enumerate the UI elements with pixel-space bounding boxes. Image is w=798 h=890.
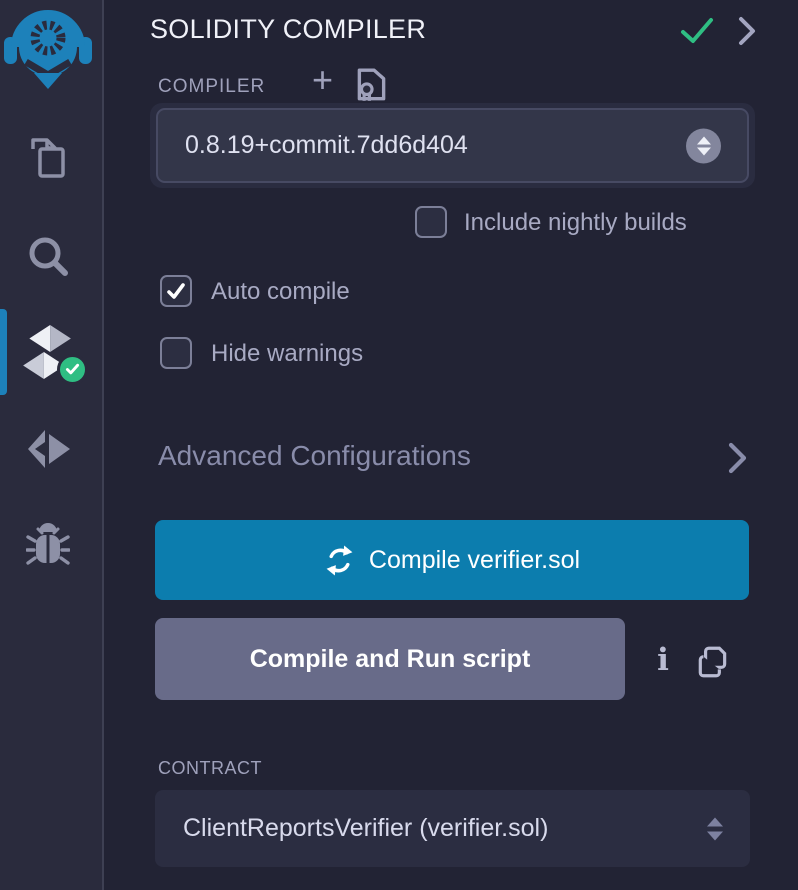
- arrow-up-icon: [697, 136, 711, 144]
- hide-warnings-checkbox[interactable]: [160, 337, 192, 369]
- compiler-section-label: COMPILER: [158, 76, 265, 98]
- advanced-configurations-toggle[interactable]: Advanced Configurations: [158, 440, 471, 472]
- hide-warnings-label[interactable]: Hide warnings: [211, 340, 363, 368]
- sidebar-item-debugger[interactable]: [25, 522, 71, 570]
- active-plugin-indicator: [0, 309, 7, 395]
- contract-selected-value: ClientReportsVerifier (verifier.sol): [183, 814, 548, 843]
- compile-and-run-label: Compile and Run script: [250, 645, 531, 673]
- remix-logo-icon: [3, 1, 93, 89]
- remix-solidity-compiler-panel: SOLIDITY COMPILER COMPILER + 0.8.19+comm…: [0, 0, 798, 890]
- icon-rail: [0, 0, 104, 890]
- auto-compile-checkbox[interactable]: [160, 275, 192, 307]
- sidebar-item-search[interactable]: [24, 232, 72, 280]
- search-icon: [25, 233, 71, 279]
- nightly-builds-label[interactable]: Include nightly builds: [464, 209, 687, 237]
- deploy-run-icon: [24, 425, 72, 473]
- add-custom-compiler-icon[interactable]: +: [312, 62, 333, 98]
- panel-collapse-chevron-icon[interactable]: [737, 15, 757, 52]
- arrow-down-icon: [697, 147, 711, 155]
- select-sort-icon[interactable]: [686, 128, 721, 163]
- compiler-version-select[interactable]: 0.8.19+commit.7dd6d404: [156, 108, 749, 183]
- sidebar-item-file-explorer[interactable]: [24, 134, 72, 182]
- contract-section-label: CONTRACT: [158, 758, 262, 779]
- refresh-icon: [324, 545, 355, 576]
- compiler-version-value: 0.8.19+commit.7dd6d404: [185, 131, 468, 160]
- arrow-down-icon: [707, 831, 723, 840]
- copy-icon[interactable]: [696, 644, 730, 685]
- select-arrows-icon: [707, 817, 723, 840]
- check-icon: [64, 361, 81, 378]
- page-title: SOLIDITY COMPILER: [150, 14, 426, 45]
- auto-compile-label[interactable]: Auto compile: [211, 278, 350, 306]
- sidebar-item-deploy-and-run[interactable]: [23, 424, 73, 474]
- contract-select[interactable]: ClientReportsVerifier (verifier.sol): [155, 790, 750, 867]
- advanced-chevron-icon[interactable]: [727, 441, 749, 480]
- info-icon[interactable]: i: [650, 640, 676, 680]
- compile-status-check-icon: [680, 16, 714, 51]
- remix-logo[interactable]: [2, 0, 94, 90]
- compile-success-badge: [57, 354, 88, 385]
- compile-and-run-button[interactable]: Compile and Run script: [155, 618, 625, 700]
- file-explorer-icon: [25, 135, 71, 181]
- compile-button[interactable]: Compile verifier.sol: [155, 520, 749, 600]
- compile-button-label: Compile verifier.sol: [369, 546, 580, 575]
- debugger-icon: [26, 523, 70, 569]
- arrow-up-icon: [707, 817, 723, 826]
- compiler-version-container: 0.8.19+commit.7dd6d404: [150, 103, 755, 188]
- nightly-builds-checkbox[interactable]: [415, 206, 447, 238]
